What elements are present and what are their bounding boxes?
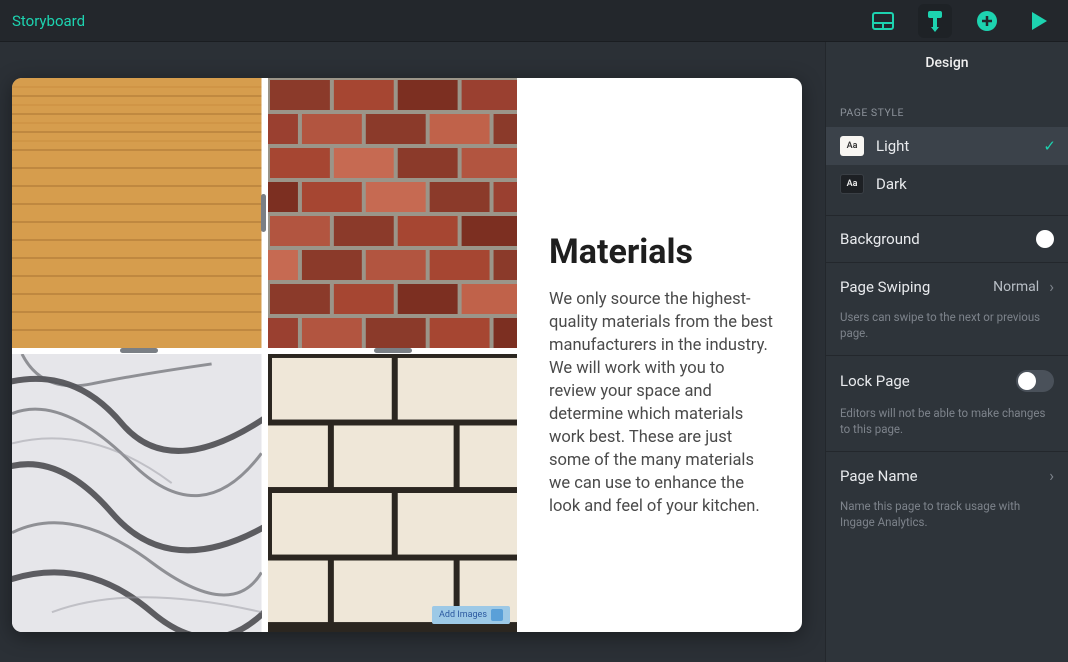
add-images-label: Add Images — [439, 610, 487, 620]
page-swiping-hint: Users can swipe to the next or previous … — [826, 310, 1068, 356]
image-grid — [12, 78, 517, 632]
style-light-label: Light — [876, 137, 909, 155]
add-images-button[interactable]: Add Images — [432, 606, 510, 624]
resize-handle[interactable] — [374, 348, 412, 353]
image-icon — [491, 609, 503, 621]
style-dark-label: Dark — [876, 175, 907, 193]
page-body[interactable]: We only source the highest-quality mater… — [549, 288, 774, 519]
page-name-hint: Name this page to track usage with Ingag… — [826, 499, 1068, 544]
chevron-right-icon: › — [1049, 466, 1054, 485]
style-option-dark[interactable]: Aa Dark — [826, 165, 1068, 203]
background-color-swatch[interactable] — [1036, 230, 1054, 248]
lock-page-label: Lock Page — [840, 372, 910, 390]
sidebar: Design PAGE STYLE Aa Light ✓ Aa Dark Bac… — [825, 42, 1068, 662]
material-tile-wood[interactable] — [12, 78, 262, 348]
add-icon[interactable] — [970, 4, 1004, 38]
swatch-light: Aa — [840, 136, 864, 156]
page-preview[interactable]: Materials We only source the highest-qua… — [12, 78, 802, 632]
page-swiping-row[interactable]: Page Swiping Normal › — [826, 262, 1068, 310]
page-title[interactable]: Storyboard — [12, 12, 85, 30]
page-swiping-value: Normal — [993, 279, 1039, 295]
text-column[interactable]: Materials We only source the highest-qua… — [517, 78, 802, 632]
topbar: Storyboard — [0, 0, 1068, 42]
toolbar — [866, 4, 1056, 38]
lock-page-row[interactable]: Lock Page — [826, 356, 1068, 406]
material-tile-subway[interactable] — [268, 354, 518, 632]
resize-handle[interactable] — [261, 194, 266, 232]
page-swiping-label: Page Swiping — [840, 278, 930, 296]
lock-page-hint: Editors will not be able to make changes… — [826, 406, 1068, 452]
swatch-dark: Aa — [840, 174, 864, 194]
material-tile-marble[interactable] — [12, 354, 262, 632]
resize-handle[interactable] — [120, 348, 158, 353]
background-row[interactable]: Background — [826, 215, 1068, 262]
chevron-right-icon: › — [1049, 277, 1054, 296]
background-label: Background — [840, 230, 920, 248]
canvas-area: Materials We only source the highest-qua… — [0, 42, 825, 662]
style-option-light[interactable]: Aa Light ✓ — [826, 127, 1068, 165]
tab-design[interactable]: Design — [826, 42, 1068, 84]
page-heading[interactable]: Materials — [549, 232, 774, 272]
design-icon[interactable] — [918, 4, 952, 38]
page-style-label: PAGE STYLE — [826, 84, 1068, 127]
page-name-label: Page Name — [840, 467, 918, 485]
lock-page-toggle[interactable] — [1016, 370, 1054, 392]
page-name-row[interactable]: Page Name › — [826, 452, 1068, 499]
layout-icon[interactable] — [866, 4, 900, 38]
play-icon[interactable] — [1022, 4, 1056, 38]
material-tile-brick[interactable] — [268, 78, 518, 348]
check-icon: ✓ — [1043, 137, 1056, 155]
